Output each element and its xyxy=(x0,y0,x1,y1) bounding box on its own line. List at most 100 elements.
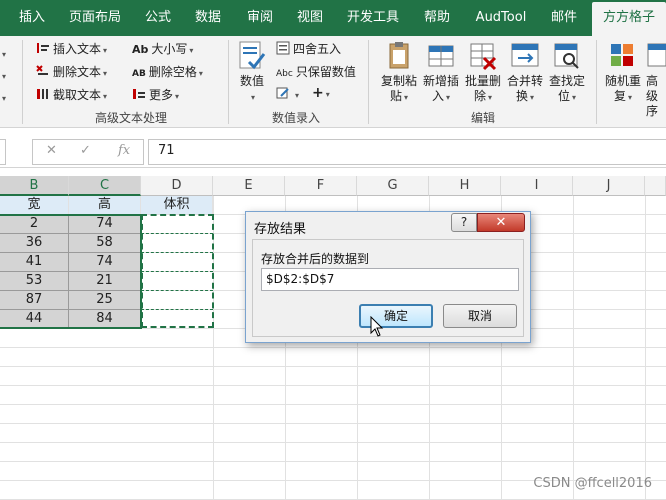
group-separator xyxy=(228,40,229,124)
cancel-button[interactable]: 取消 xyxy=(443,304,517,328)
table-cell[interactable]: 44 xyxy=(0,310,69,329)
group-separator xyxy=(22,40,23,124)
delete-text-icon xyxy=(36,65,48,75)
insert-text-button[interactable]: 插入文本 ▾ xyxy=(36,40,107,57)
merge-convert-label-2: 换 xyxy=(515,89,528,103)
batch-delete-button[interactable]: 批量删除 ▾ xyxy=(462,40,504,105)
copy-paste-button[interactable]: 复制粘贴 ▾ xyxy=(378,40,420,105)
help-button[interactable]: ? xyxy=(451,213,477,232)
table-cell[interactable]: 25 xyxy=(69,291,141,310)
copy-paste-label-1: 复制粘 xyxy=(380,74,417,88)
column-header-k[interactable] xyxy=(645,176,666,196)
tab-review[interactable]: 审阅 xyxy=(238,0,282,36)
dialog-body: 存放合并后的数据到 $D$2:$D$7 确定 取消 xyxy=(252,239,524,337)
group-label-number: 数值录入 xyxy=(271,111,320,125)
tab-audtool[interactable]: AudTool xyxy=(466,0,536,36)
column-header-c[interactable]: C xyxy=(69,176,141,196)
table-cell[interactable]: 74 xyxy=(69,253,141,272)
target-cell-divider xyxy=(141,233,213,234)
column-header-b[interactable]: B xyxy=(0,176,69,196)
random-repeat-icon xyxy=(611,44,633,66)
merge-convert-button[interactable]: 合并转换 ▾ xyxy=(504,40,546,105)
merge-convert-icon xyxy=(511,43,539,67)
tab-view[interactable]: 视图 xyxy=(288,0,332,36)
insert-new-button[interactable]: 新增插入 ▾ xyxy=(420,40,462,105)
tab-mail[interactable]: 邮件 xyxy=(542,0,586,36)
table-cell[interactable]: 84 xyxy=(69,310,141,329)
formula-input[interactable] xyxy=(148,139,666,165)
delete-text-label: 删除文本 xyxy=(53,65,102,79)
tab-help[interactable]: 帮助 xyxy=(414,0,460,36)
plus-dropdown[interactable]: + ▾ xyxy=(312,85,330,101)
partial-caret: ▾ xyxy=(2,72,7,81)
column-header-d[interactable]: D xyxy=(141,176,213,196)
plus-icon: + xyxy=(312,85,324,101)
extract-text-icon xyxy=(37,89,48,99)
remove-spaces-label: 删除空格 xyxy=(148,65,197,79)
target-cell-divider xyxy=(141,271,213,272)
cancel-x-icon[interactable]: ✕ xyxy=(46,143,57,158)
tab-developer[interactable]: 开发工具 xyxy=(338,0,408,36)
tab-insert[interactable]: 插入 xyxy=(8,0,56,36)
advanced-sort-button[interactable]: 高级序 xyxy=(646,40,666,119)
more-button[interactable]: 更多 ▾ xyxy=(132,86,179,103)
extract-text-label: 截取文本 xyxy=(53,88,102,102)
target-range-input[interactable]: $D$2:$D$7 xyxy=(261,268,519,291)
random-repeat-button[interactable]: 随机重复 ▾ xyxy=(602,40,644,105)
close-button[interactable]: ✕ xyxy=(477,213,525,232)
edit-dropdown[interactable]: ▾ xyxy=(276,86,299,101)
grid-line xyxy=(0,461,666,462)
random-repeat-label-1: 随机重 xyxy=(604,74,641,88)
round-button[interactable]: 四舍五入 xyxy=(276,40,341,57)
tab-fangfange[interactable]: 方方格子 xyxy=(592,2,666,36)
table-cell[interactable]: 74 xyxy=(69,215,141,234)
insert-new-label-2: 入 xyxy=(431,89,444,103)
target-cell-divider xyxy=(141,309,213,310)
header-cell-height[interactable]: 高 xyxy=(69,196,141,215)
column-header-e[interactable]: E xyxy=(213,176,285,196)
column-header-j[interactable]: J xyxy=(573,176,645,196)
case-button[interactable]: Ab 大小写 ▾ xyxy=(132,40,193,57)
tab-data[interactable]: 数据 xyxy=(186,0,230,36)
header-cell-width[interactable]: 宽 xyxy=(0,196,69,215)
tab-page-layout[interactable]: 页面布局 xyxy=(62,0,128,36)
table-cell[interactable]: 53 xyxy=(0,272,69,291)
table-cell[interactable]: 58 xyxy=(69,234,141,253)
keep-numbers-button[interactable]: Abc 只保留数值 xyxy=(276,63,356,80)
insert-table-icon xyxy=(428,45,454,67)
remove-spaces-icon: AB xyxy=(132,69,146,79)
clipboard-icon xyxy=(389,42,409,69)
target-range-label: 存放合并后的数据到 xyxy=(261,252,370,266)
grid-line xyxy=(0,404,666,405)
find-locate-button[interactable]: 查找定位 ▾ xyxy=(546,40,588,105)
delete-text-button[interactable]: 删除文本 ▾ xyxy=(36,63,107,80)
remove-spaces-button[interactable]: AB 删除空格 ▾ xyxy=(132,63,203,80)
extract-text-button[interactable]: 截取文本 ▾ xyxy=(36,86,107,103)
fx-icon[interactable]: fx xyxy=(118,143,130,158)
insert-text-label: 插入文本 xyxy=(53,42,102,56)
name-box[interactable] xyxy=(0,139,6,165)
random-repeat-label-2: 复 xyxy=(613,89,626,103)
column-header-g[interactable]: G xyxy=(357,176,429,196)
table-cell[interactable]: 87 xyxy=(0,291,69,310)
tab-formulas[interactable]: 公式 xyxy=(136,0,180,36)
check-icon[interactable]: ✓ xyxy=(80,143,91,158)
column-header-f[interactable]: F xyxy=(285,176,357,196)
table-cell[interactable]: 2 xyxy=(0,215,69,234)
column-header-i[interactable]: I xyxy=(501,176,573,196)
formula-value: 71 xyxy=(158,143,175,158)
table-cell[interactable]: 41 xyxy=(0,253,69,272)
edit-pencil-icon xyxy=(276,87,289,99)
partial-caret: ▾ xyxy=(2,94,7,103)
grid-line xyxy=(213,196,214,500)
column-header-h[interactable]: H xyxy=(429,176,501,196)
header-cell-volume[interactable]: 体积 xyxy=(141,196,213,215)
table-cell[interactable]: 36 xyxy=(0,234,69,253)
grid-line xyxy=(0,423,666,424)
group-separator xyxy=(596,40,597,124)
find-locate-label-1: 查找定 xyxy=(548,74,585,88)
number-button[interactable]: 数值 ▾ xyxy=(234,40,270,105)
table-cell[interactable]: 21 xyxy=(69,272,141,291)
round-label: 四舍五入 xyxy=(293,42,342,56)
number-label: 数值 xyxy=(239,74,264,88)
